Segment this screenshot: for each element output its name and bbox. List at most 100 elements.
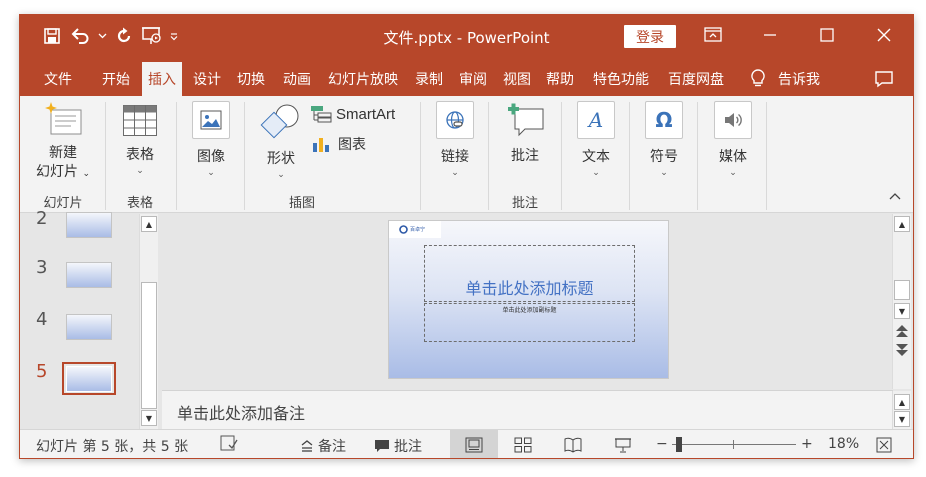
scroll-down-arrow-icon[interactable]: ▼: [141, 410, 157, 426]
tell-me-search[interactable]: 告诉我: [742, 62, 828, 96]
scroll-up-arrow-icon[interactable]: ▲: [894, 394, 910, 410]
zoom-slider-track[interactable]: [672, 444, 796, 445]
reading-view-icon[interactable]: [564, 437, 582, 453]
subtitle-placeholder-text: 单击此处添加副标题: [502, 307, 557, 314]
slide-position-indicator[interactable]: 幻灯片 第 5 张，共 5 张: [36, 436, 188, 456]
notes-toggle-label: 备注: [318, 439, 346, 455]
zoom-in-button[interactable]: +: [801, 436, 813, 452]
chart-icon: [313, 138, 329, 152]
group-divider: [766, 102, 767, 210]
link-label: 链接: [441, 149, 469, 165]
media-button[interactable]: 媒体 ⌄: [708, 101, 758, 178]
tab-file[interactable]: 文件: [36, 62, 80, 96]
new-slide-label-1: 新建: [49, 145, 77, 161]
normal-view-icon: [465, 437, 483, 453]
accessibility-check-icon[interactable]: [220, 434, 238, 452]
table-button[interactable]: 表格 ⌄: [112, 104, 168, 176]
tab-home[interactable]: 开始: [94, 62, 138, 96]
tab-review[interactable]: 审阅: [455, 62, 491, 96]
zoom-slider-center-mark: [733, 440, 734, 449]
group-label-tables: 表格: [126, 196, 153, 211]
chart-button[interactable]: 图表: [312, 134, 366, 154]
group-divider: [629, 102, 630, 210]
group-label-comments: 批注: [511, 196, 538, 211]
previous-slide-icon[interactable]: [895, 324, 909, 338]
slide-thumbnail-5[interactable]: [66, 366, 112, 392]
comment-button[interactable]: 批注: [496, 101, 554, 165]
slide-scrollbar[interactable]: ▲ ▼: [892, 214, 911, 389]
thumbnail-scrollbar[interactable]: ▲ ▼: [139, 214, 158, 429]
slide-thumbnail-pane: 2 3 4 5 ▲ ▼: [20, 208, 161, 429]
chevron-down-icon: ⌄: [451, 168, 459, 178]
text-button[interactable]: A 文本 ⌄: [571, 101, 621, 178]
tab-special-features[interactable]: 特色功能: [586, 62, 656, 96]
ribbon-display-options-icon[interactable]: [685, 15, 741, 55]
zoom-out-button[interactable]: −: [656, 436, 668, 452]
slide-number-selected: 5: [36, 361, 48, 382]
save-icon[interactable]: [38, 23, 66, 49]
symbols-button[interactable]: Ω 符号 ⌄: [639, 101, 689, 178]
scroll-up-arrow-icon[interactable]: ▲: [894, 216, 910, 232]
zoom-slider-thumb[interactable]: [676, 437, 682, 452]
login-button[interactable]: 登录: [624, 25, 676, 48]
normal-view-button[interactable]: [450, 430, 498, 458]
notes-scrollbar[interactable]: ▲ ▼: [892, 391, 911, 429]
fit-slide-to-window-icon[interactable]: [876, 437, 892, 453]
tab-baidu-netdisk[interactable]: 百度网盘: [662, 62, 730, 96]
repeat-icon[interactable]: [110, 23, 138, 49]
tab-animations[interactable]: 动画: [279, 62, 315, 96]
slideshow-view-icon[interactable]: [614, 437, 632, 453]
current-slide[interactable]: 百卓宁 单击此处添加标题 单击此处添加副标题: [388, 220, 669, 379]
comment-icon: [375, 440, 389, 452]
collapse-ribbon-icon[interactable]: [886, 192, 904, 208]
lightbulb-icon: [751, 69, 765, 87]
chevron-down-icon: ⌄: [277, 170, 285, 180]
image-button[interactable]: 图像 ⌄: [186, 101, 236, 178]
subtitle-placeholder[interactable]: 单击此处添加副标题: [424, 303, 635, 342]
notes-pane[interactable]: 单击此处添加备注 ▲ ▼: [162, 390, 911, 429]
undo-icon[interactable]: [66, 23, 94, 49]
slide-thumbnail-2[interactable]: [66, 212, 112, 238]
scrollbar-thumb[interactable]: [894, 280, 910, 300]
tab-help[interactable]: 帮助: [542, 62, 578, 96]
smartart-button[interactable]: SmartArt: [310, 105, 395, 123]
tab-design[interactable]: 设计: [189, 62, 225, 96]
link-button[interactable]: 链接 ⌄: [430, 101, 480, 178]
scroll-up-arrow-icon[interactable]: ▲: [141, 216, 157, 232]
notes-toggle-button[interactable]: 备注: [300, 436, 346, 456]
scroll-down-arrow-icon[interactable]: ▼: [894, 411, 910, 427]
undo-dropdown-icon[interactable]: [94, 23, 110, 49]
next-slide-icon[interactable]: [895, 342, 909, 356]
group-divider: [420, 102, 421, 210]
slide-logo: 百卓宁: [389, 221, 441, 238]
zoom-level[interactable]: 18%: [828, 436, 859, 452]
group-divider: [697, 102, 698, 210]
scrollbar-thumb[interactable]: [141, 282, 157, 409]
chevron-down-icon: ⌄: [207, 168, 215, 178]
comments-toggle-button[interactable]: 批注: [374, 436, 422, 456]
slide-thumbnail-3[interactable]: [66, 262, 112, 288]
comments-pane-icon[interactable]: [868, 62, 900, 96]
tab-view[interactable]: 视图: [499, 62, 535, 96]
customize-qat-icon[interactable]: [166, 23, 182, 49]
image-label: 图像: [197, 149, 225, 165]
tab-insert[interactable]: 插入: [142, 62, 182, 96]
present-from-start-icon[interactable]: [138, 23, 166, 49]
shapes-button[interactable]: 形状 ⌄: [256, 102, 306, 180]
quick-access-toolbar: [38, 23, 182, 49]
slide-thumbnail-4[interactable]: [66, 314, 112, 340]
title-bar: 文件.pptx - PowerPoint 登录: [20, 15, 913, 58]
image-icon: [192, 101, 230, 139]
scroll-down-arrow-icon[interactable]: ▼: [894, 303, 910, 319]
close-icon[interactable]: [856, 15, 912, 55]
tab-slideshow[interactable]: 幻灯片放映: [323, 62, 403, 96]
title-placeholder[interactable]: 单击此处添加标题: [424, 245, 635, 302]
chevron-down-icon: ⌄: [136, 166, 144, 176]
slide-sorter-view-icon[interactable]: [514, 437, 532, 453]
group-divider: [561, 102, 562, 210]
tab-record[interactable]: 录制: [411, 62, 447, 96]
maximize-icon[interactable]: [799, 15, 855, 55]
new-slide-button[interactable]: 新建 幻灯片 ⌄: [28, 100, 98, 184]
minimize-icon[interactable]: [742, 15, 798, 55]
tab-transitions[interactable]: 切换: [233, 62, 269, 96]
